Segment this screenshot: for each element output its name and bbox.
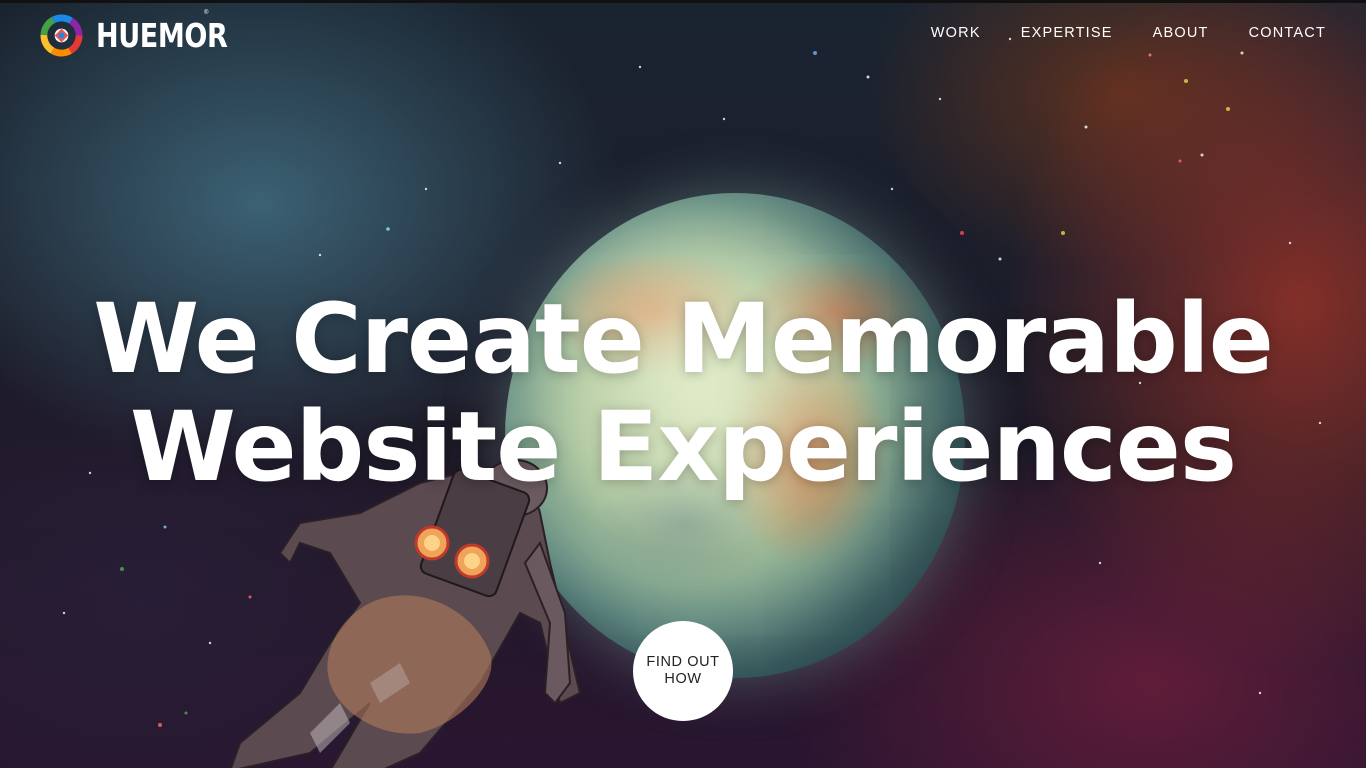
nav-item-work[interactable]: WORK xyxy=(931,25,981,41)
nav-item-about[interactable]: ABOUT xyxy=(1153,25,1209,41)
huemor-logo-icon xyxy=(40,14,83,57)
hero-headline-line-2: Website Experiences xyxy=(130,391,1237,503)
brand-name: HUEMOR xyxy=(96,16,228,55)
nav-item-contact[interactable]: CONTACT xyxy=(1249,25,1326,41)
registered-mark: ® xyxy=(204,10,209,16)
nav-item-expertise[interactable]: EXPERTISE xyxy=(1021,25,1113,41)
hero-headline: We Create Memorable Website Experiences xyxy=(0,285,1366,501)
find-out-how-button[interactable]: FIND OUT HOW xyxy=(633,621,733,721)
hero-section: HUEMOR ® WORK EXPERTISE ABOUT CONTACT We… xyxy=(0,0,1366,768)
brand-logo[interactable]: HUEMOR xyxy=(40,14,256,57)
main-nav: WORK EXPERTISE ABOUT CONTACT xyxy=(931,25,1326,41)
hero-headline-line-1: We Create Memorable xyxy=(93,283,1274,395)
find-out-how-label: FIND OUT HOW xyxy=(646,654,720,687)
